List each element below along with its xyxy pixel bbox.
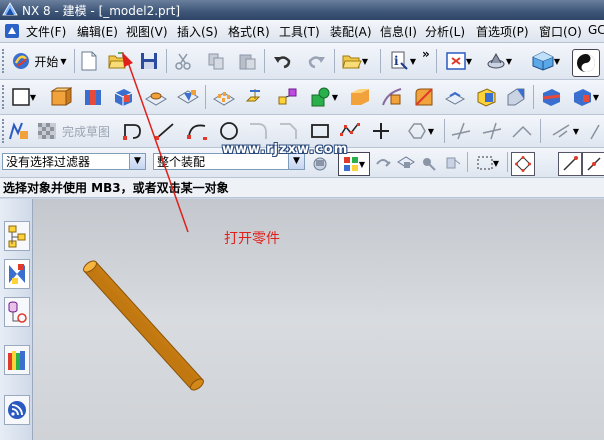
annotation-arrow [122, 52, 189, 233]
annotation-label: 打开零件 [224, 231, 280, 247]
